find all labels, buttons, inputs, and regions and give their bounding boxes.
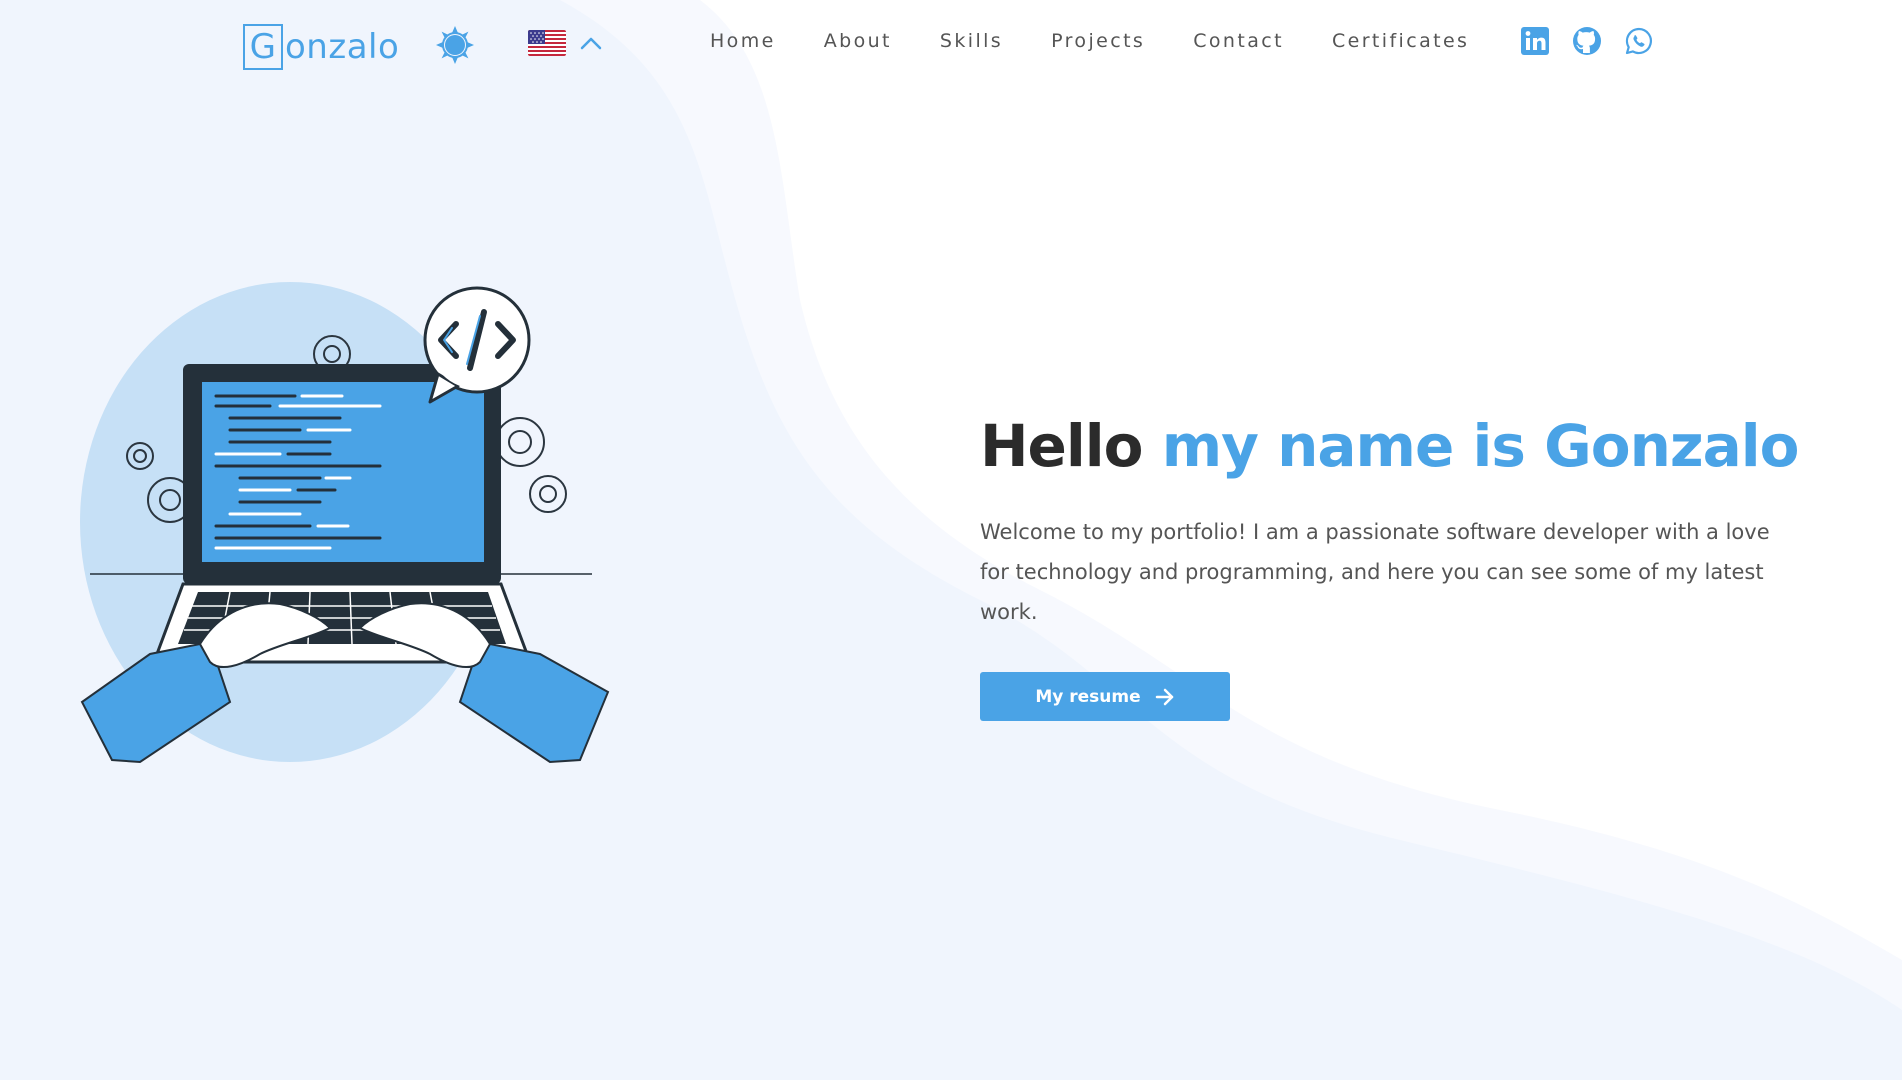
nav-links: Home About Skills Projects Contact Certi…	[710, 30, 1469, 52]
nav-home[interactable]: Home	[710, 30, 776, 52]
nav-certificates[interactable]: Certificates	[1332, 30, 1469, 52]
logo-initial: G	[243, 24, 283, 70]
logo-text: onzalo	[285, 27, 400, 67]
resume-button-label: My resume	[1035, 686, 1141, 707]
logo[interactable]: G onzalo	[243, 24, 399, 70]
language-selector[interactable]	[528, 30, 602, 56]
theme-toggle-button[interactable]	[434, 24, 476, 66]
top-navigation: G onzalo Home About Skills Projects Cont…	[0, 0, 1902, 92]
resume-button[interactable]: My resume	[980, 672, 1230, 721]
hero-description: Welcome to my portfolio! I am a passiona…	[980, 520, 1770, 624]
hero-title-plain: Hello	[980, 412, 1162, 480]
social-links	[1520, 26, 1654, 56]
chevron-up-icon	[580, 37, 602, 50]
developer-laptop-illustration	[80, 282, 610, 764]
sun-icon	[436, 26, 474, 64]
github-icon	[1573, 27, 1601, 55]
whatsapp-link[interactable]	[1624, 26, 1654, 56]
arrow-right-icon	[1155, 688, 1173, 705]
us-flag-icon	[528, 30, 566, 56]
code-screen	[202, 382, 484, 562]
github-link[interactable]	[1572, 26, 1602, 56]
hero-section: Hello my name is Gonzalo Welcome to my p…	[980, 410, 1820, 721]
linkedin-icon	[1521, 27, 1549, 55]
whatsapp-icon	[1625, 27, 1652, 55]
nav-skills[interactable]: Skills	[940, 30, 1003, 52]
nav-projects[interactable]: Projects	[1051, 30, 1145, 52]
nav-contact[interactable]: Contact	[1193, 30, 1284, 52]
hero-title-accent: my name is Gonzalo	[1161, 412, 1800, 480]
hero-title: Hello my name is Gonzalo	[980, 410, 1820, 482]
nav-about[interactable]: About	[824, 30, 892, 52]
linkedin-link[interactable]	[1520, 26, 1550, 56]
